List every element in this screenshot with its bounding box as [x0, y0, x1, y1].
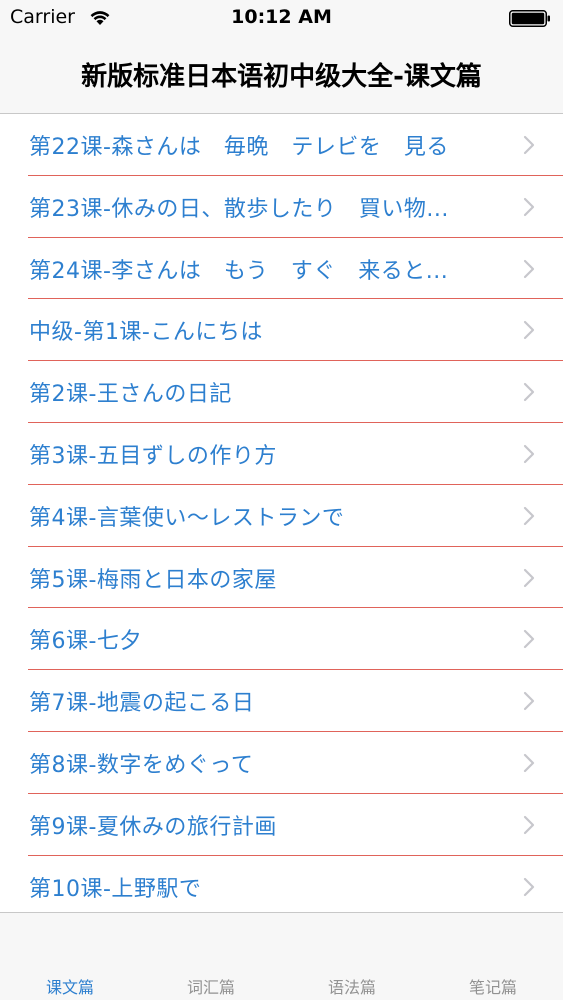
lesson-label: 第4课-言葉使い～レストランで	[29, 505, 345, 531]
list-item[interactable]: 第5课-梅雨と日本の家屋	[0, 547, 563, 609]
chevron-right-icon	[523, 444, 535, 464]
lesson-label: 第6课-七夕	[29, 629, 142, 655]
lesson-list: 第22课-森さんは 毎晩 テレビを 見る 第23课-休みの日、散歩したり 買い物…	[0, 114, 563, 917]
tab-notes[interactable]: 笔记篇	[423, 913, 563, 1000]
chevron-right-icon	[523, 692, 535, 711]
lesson-label: 第8课-数字をめぐって	[29, 752, 254, 778]
tab-label: 笔记篇	[468, 978, 517, 997]
list-item[interactable]: 第23课-休みの日、散歩したり 買い物...	[0, 176, 563, 238]
chevron-right-icon	[523, 383, 535, 402]
tab-label: 语法篇	[327, 978, 376, 997]
list-item[interactable]: 第6课-七夕	[0, 608, 563, 670]
chevron-right-icon	[523, 197, 535, 216]
list-item[interactable]: 第2课-王さんの日記	[0, 361, 563, 423]
list-item[interactable]: 第7课-地震の起こる日	[0, 670, 563, 732]
list-item[interactable]: 第4课-言葉使い～レストランで	[0, 485, 563, 547]
battery-icon	[509, 10, 550, 27]
lesson-label: 第22课-森さんは 毎晩 テレビを 見る	[29, 135, 449, 160]
lesson-label: 第10课-上野駅で	[29, 876, 202, 902]
tab-label: 词汇篇	[186, 978, 235, 997]
tab-bar: 课文篇 词汇篇 语法篇 笔记篇	[0, 912, 563, 1000]
list-item[interactable]: 第24课-李さんは もう すぐ 来ると...	[0, 238, 563, 300]
status-time: 10:12 AM	[231, 6, 332, 28]
lesson-label: 第5课-梅雨と日本の家屋	[29, 567, 277, 593]
chevron-right-icon	[523, 877, 535, 896]
chevron-right-icon	[523, 753, 535, 773]
list-item[interactable]: 中级-第1课-こんにちは	[0, 299, 563, 361]
chevron-right-icon	[523, 630, 535, 649]
chevron-right-icon	[523, 321, 535, 340]
lesson-label: 中级-第1课-こんにちは	[29, 320, 263, 346]
page-title: 新版标准日本语初中级大全-课文篇	[81, 62, 482, 92]
navigation-bar: 新版标准日本语初中级大全-课文篇	[0, 38, 563, 114]
list-item[interactable]: 第10课-上野駅で	[0, 856, 563, 918]
lesson-label: 第3课-五目ずしの作り方	[29, 443, 277, 469]
chevron-right-icon	[523, 259, 535, 278]
lesson-label: 第2课-王さんの日記	[29, 382, 232, 408]
chevron-right-icon	[523, 568, 535, 587]
list-item[interactable]: 第3课-五目ずしの作り方	[0, 423, 563, 485]
chevron-right-icon	[523, 815, 535, 834]
chevron-right-icon	[523, 135, 535, 155]
chevron-right-icon	[523, 506, 535, 525]
tab-vocabulary[interactable]: 词汇篇	[141, 913, 281, 1000]
list-item[interactable]: 第22课-森さんは 毎晩 テレビを 見る	[0, 114, 563, 176]
lesson-label: 第24课-李さんは もう すぐ 来ると...	[29, 258, 449, 284]
list-item[interactable]: 第8课-数字をめぐって	[0, 732, 563, 794]
tab-grammar[interactable]: 语法篇	[282, 913, 422, 1000]
tab-label: 课文篇	[45, 978, 94, 997]
status-bar: Carrier 10:12 AM	[0, 0, 563, 38]
tab-lessons[interactable]: 课文篇	[0, 913, 140, 1000]
lesson-label: 第23课-休みの日、散歩したり 買い物...	[29, 196, 449, 222]
list-item[interactable]: 第9课-夏休みの旅行計画	[0, 794, 563, 856]
lesson-label: 第7课-地震の起こる日	[29, 691, 255, 717]
lesson-label: 第9课-夏休みの旅行計画	[29, 814, 277, 840]
